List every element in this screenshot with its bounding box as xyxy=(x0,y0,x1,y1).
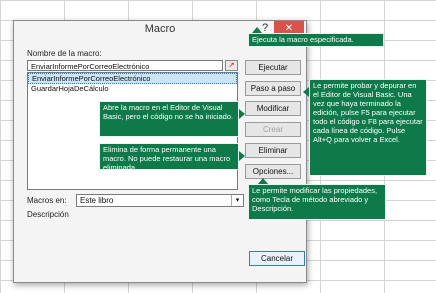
callout-step-into: Le permite probar y depurar en el Editor… xyxy=(303,79,427,176)
delete-button[interactable]: Eliminar xyxy=(245,143,301,158)
macro-name-label: Nombre de la macro: xyxy=(27,49,102,58)
cancel-button[interactable]: Cancelar xyxy=(249,251,305,266)
description-label: Descripción xyxy=(27,210,69,219)
list-item[interactable]: EnviarInformePorCorreoElectrónico xyxy=(28,73,237,84)
step-into-button[interactable]: Paso a paso xyxy=(245,81,301,96)
chevron-down-icon[interactable]: ▾ xyxy=(231,195,243,206)
create-button[interactable]: Crear xyxy=(245,122,301,137)
macros-in-label: Macros en: xyxy=(27,196,67,205)
macros-in-select[interactable]: Este libro ▾ xyxy=(76,194,244,207)
browse-icon[interactable]: ↗ xyxy=(225,60,238,71)
run-button[interactable]: Ejecutar xyxy=(245,60,301,75)
macros-in-value: Este libro xyxy=(80,196,114,205)
list-item[interactable]: GuardarHojaDeCálculo xyxy=(28,84,237,93)
callout-run: Ejecuta la macro especificada. xyxy=(248,27,384,47)
macro-name-input[interactable]: EnviarInformePorCorreoElectrónico xyxy=(27,60,223,71)
callout-delete: Elimina de forma permanente una macro. N… xyxy=(99,143,245,172)
edit-button[interactable]: Modificar xyxy=(245,101,301,116)
callout-options: Le permite modificar las propiedades, co… xyxy=(248,178,386,220)
options-button[interactable]: Opciones... xyxy=(245,164,301,179)
callout-edit: Abre la macro en el Editor de Visual Bas… xyxy=(99,101,245,137)
